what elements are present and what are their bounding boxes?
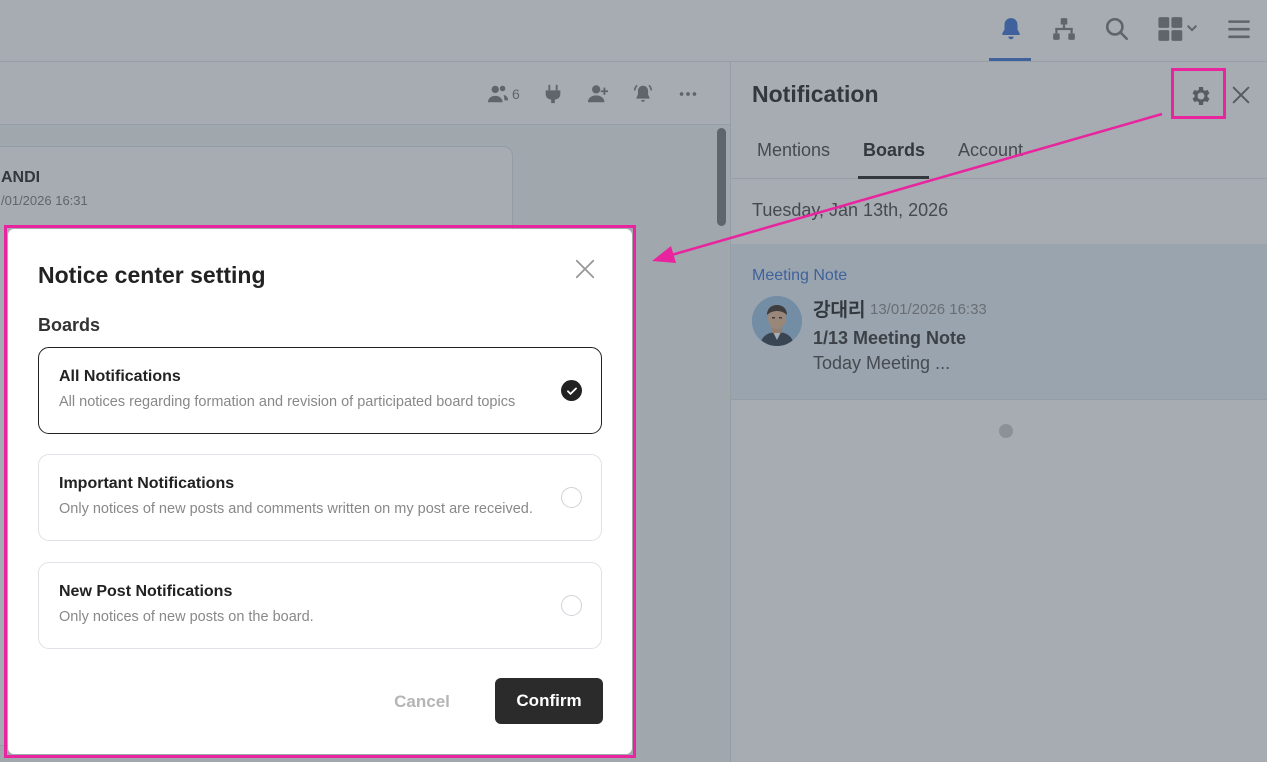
confirm-button[interactable]: Confirm xyxy=(495,678,603,724)
option-all-notifications[interactable]: All Notifications All notices regarding … xyxy=(38,347,602,434)
option-description: Only notices of new posts on the board. xyxy=(59,609,314,625)
option-title: New Post Notifications xyxy=(59,583,233,600)
option-description: Only notices of new posts and comments w… xyxy=(59,501,533,517)
dialog-close-button[interactable] xyxy=(572,256,598,282)
close-icon xyxy=(575,259,595,279)
radio-checked[interactable] xyxy=(561,380,582,401)
dialog-title: Notice center setting xyxy=(38,262,266,288)
option-title: Important Notifications xyxy=(59,475,235,492)
option-new-post-notifications[interactable]: New Post Notifications Only notices of n… xyxy=(38,562,602,649)
option-description: All notices regarding formation and revi… xyxy=(59,394,516,410)
radio-unchecked[interactable] xyxy=(561,487,582,508)
notice-center-setting-dialog: Notice center setting Boards All Notific… xyxy=(8,229,632,754)
radio-unchecked[interactable] xyxy=(561,595,582,616)
cancel-button[interactable]: Cancel xyxy=(374,681,470,723)
check-icon xyxy=(566,387,577,395)
option-important-notifications[interactable]: Important Notifications Only notices of … xyxy=(38,454,602,541)
gear-highlight-box xyxy=(1171,68,1226,119)
option-title: All Notifications xyxy=(59,368,181,385)
section-label: Boards xyxy=(38,315,101,335)
